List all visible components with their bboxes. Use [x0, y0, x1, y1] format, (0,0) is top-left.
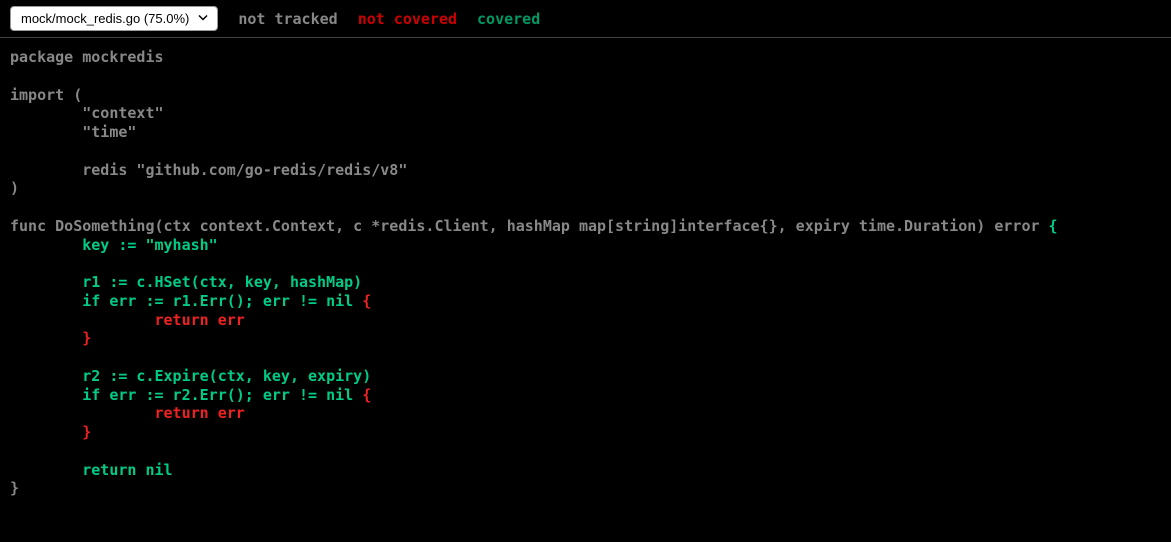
- code-line: {: [1049, 217, 1058, 235]
- code-line: if err := r2.Err(); err != nil: [10, 386, 362, 404]
- code-line: "context": [10, 104, 164, 122]
- code-line: }: [10, 479, 19, 497]
- code-line: return err: [10, 404, 245, 422]
- code-line: r2 := c.Expire(ctx, key, expiry): [10, 367, 371, 385]
- code-view: package mockredis import ( "context" "ti…: [0, 38, 1171, 508]
- code-line: }: [10, 423, 91, 441]
- code-line: ): [10, 179, 19, 197]
- code-line: import (: [10, 86, 82, 104]
- code-line: package mockredis: [10, 48, 164, 66]
- topbar: mock/mock_redis.go (75.0%) not tracked n…: [0, 0, 1171, 38]
- file-select-label: mock/mock_redis.go (75.0%): [21, 11, 189, 26]
- legend-not-tracked: not tracked: [238, 10, 337, 28]
- code-line: {: [362, 386, 371, 404]
- code-line: if err := r1.Err(); err != nil: [10, 292, 362, 310]
- code-line: return err: [10, 311, 245, 329]
- code-line: "time": [10, 123, 136, 141]
- code-line: r1 := c.HSet(ctx, key, hashMap): [10, 273, 362, 291]
- code-line: redis "github.com/go-redis/redis/v8": [10, 161, 407, 179]
- code-line: {: [362, 292, 371, 310]
- legend-covered: covered: [477, 10, 540, 28]
- file-select[interactable]: mock/mock_redis.go (75.0%): [10, 6, 218, 31]
- legend-not-covered: not covered: [358, 10, 457, 28]
- code-line: return nil: [10, 461, 173, 479]
- code-line: func DoSomething(ctx context.Context, c …: [10, 217, 1049, 235]
- chevron-down-icon: [197, 11, 209, 26]
- code-line: }: [10, 329, 91, 347]
- code-line: key := "myhash": [10, 236, 218, 254]
